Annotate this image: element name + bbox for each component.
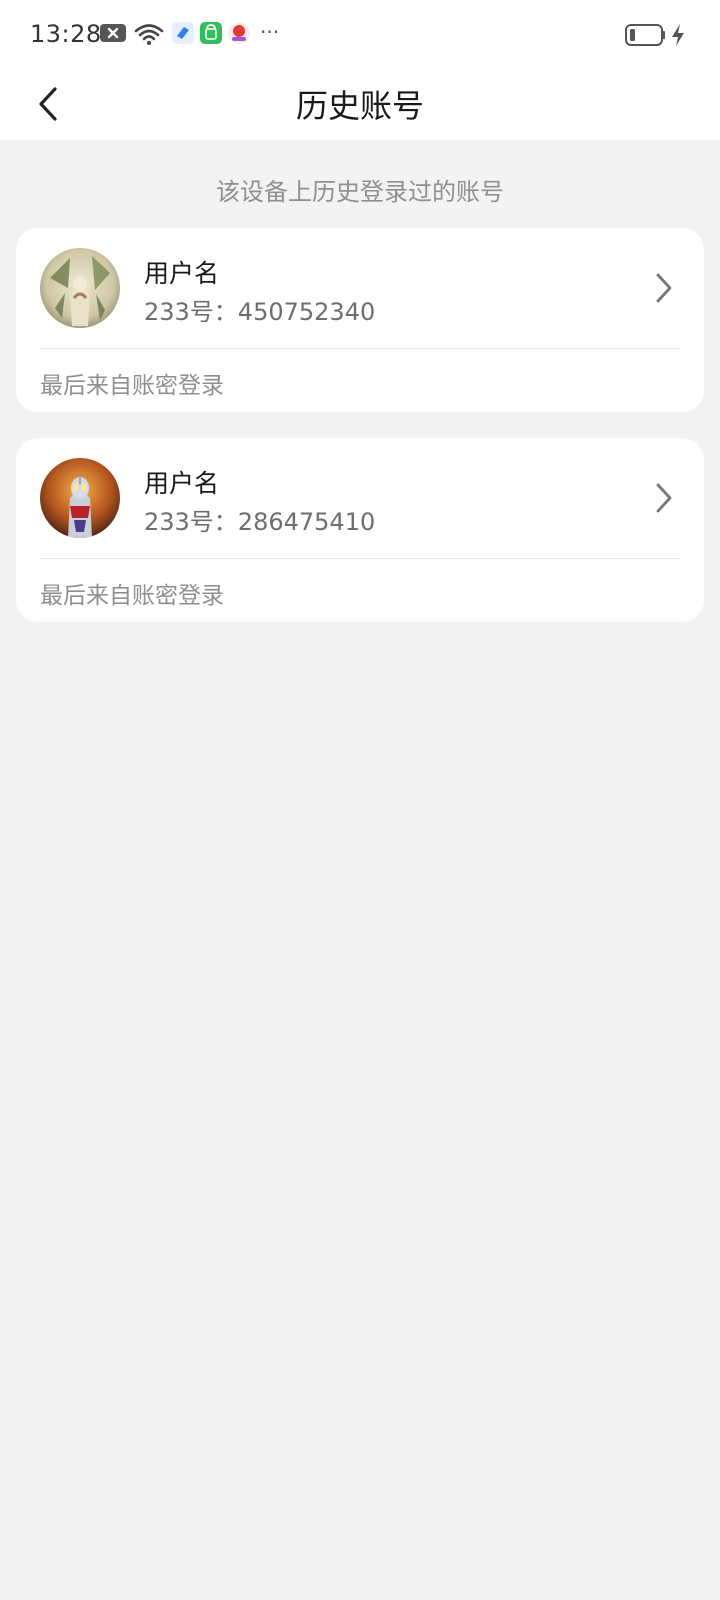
status-time: 13:28 <box>30 20 102 48</box>
account-card[interactable]: 用户名 233号：286475410 最后来自账密登录 <box>16 438 704 622</box>
account-card[interactable]: 用户名 233号：450752340 最后来自账密登录 <box>16 228 704 412</box>
page-title: 历史账号 <box>295 87 424 125</box>
app-red-icon <box>228 22 250 48</box>
account-id: 233号：286475410 <box>144 508 376 536</box>
battery-charging-icon <box>624 22 694 50</box>
status-bar: 13:28 ··· <box>0 0 720 72</box>
avatar <box>40 458 120 538</box>
last-login-source: 最后来自账密登录 <box>40 373 224 399</box>
account-username: 用户名 <box>144 469 220 498</box>
account-id: 233号：450752340 <box>144 298 376 326</box>
chevron-right-icon <box>652 480 676 516</box>
chevron-right-icon <box>652 270 676 306</box>
more-dots-icon: ··· <box>260 20 280 44</box>
last-login-source: 最后来自账密登录 <box>40 583 224 609</box>
avatar <box>40 248 120 328</box>
app-blue-icon <box>172 22 194 48</box>
nav-bar: 历史账号 <box>0 72 720 140</box>
app-green-bag-icon <box>200 22 222 48</box>
account-username: 用户名 <box>144 259 220 288</box>
divider <box>40 348 680 349</box>
wifi-icon <box>134 22 164 50</box>
divider <box>40 558 680 559</box>
notification-x-icon <box>100 22 126 48</box>
history-hint-text: 该设备上历史登录过的账号 <box>216 178 504 206</box>
